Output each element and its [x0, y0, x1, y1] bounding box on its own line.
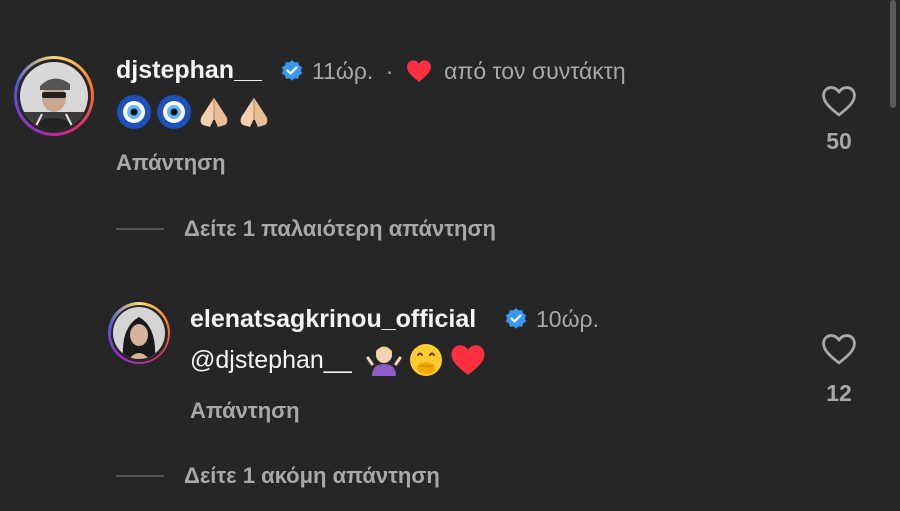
like-control: 50 — [814, 84, 864, 155]
comment-username[interactable]: elenatsagkrinou_official — [190, 305, 476, 334]
folded-hands-icon — [200, 98, 228, 127]
comment-time: 10ώρ. — [536, 306, 600, 332]
view-older-replies-button[interactable]: Δείτε 1 παλαιότερη απάντηση — [116, 216, 496, 242]
verified-badge-icon — [281, 60, 303, 81]
comments-panel: djstephan__ 11ώρ. · από τον συντάκτη Απά… — [0, 0, 900, 511]
like-control: 12 — [814, 332, 864, 407]
view-more-replies-button[interactable]: Δείτε 1 ακόμη απάντηση — [116, 463, 440, 489]
reply-button[interactable]: Απάντηση — [116, 150, 226, 176]
divider-line — [116, 228, 164, 230]
view-older-replies-label: Δείτε 1 παλαιότερη απάντηση — [184, 216, 496, 241]
meta-separator: · — [385, 58, 394, 84]
verified-badge-icon — [505, 308, 527, 329]
scrollbar[interactable] — [890, 0, 896, 108]
view-more-replies-label: Δείτε 1 ακόμη απάντηση — [184, 463, 440, 488]
like-count: 50 — [826, 128, 852, 154]
comment-time: 11ώρ. — [312, 58, 374, 84]
divider-line — [116, 475, 164, 477]
profile-photo — [20, 62, 88, 130]
avatar-djstephan[interactable] — [14, 56, 94, 136]
heart-outline-icon[interactable] — [820, 332, 858, 366]
red-heart-icon — [451, 345, 485, 375]
nazar-amulet-icon — [157, 95, 191, 129]
profile-photo — [113, 307, 165, 359]
heart-outline-icon[interactable] — [820, 84, 858, 118]
liked-by-author-text: από τον συντάκτη — [444, 58, 626, 84]
heart-filled-icon — [406, 60, 431, 82]
folded-hands-icon — [240, 98, 268, 127]
reply-button[interactable]: Απάντηση — [190, 398, 300, 424]
mention-link[interactable]: @djstephan__ — [190, 346, 352, 375]
face-with-hand-over-mouth-icon — [409, 344, 442, 376]
avatar-elenatsagkrinou[interactable] — [108, 302, 170, 364]
nazar-amulet-icon — [117, 95, 151, 129]
like-count: 12 — [826, 380, 852, 406]
comment-username[interactable]: djstephan__ — [116, 56, 262, 85]
person-shrugging-icon — [366, 346, 402, 376]
comment-text: @djstephan__ — [190, 340, 486, 380]
comment-text — [116, 92, 272, 132]
comment-meta: 11ώρ. · από τον συντάκτη — [312, 58, 626, 85]
